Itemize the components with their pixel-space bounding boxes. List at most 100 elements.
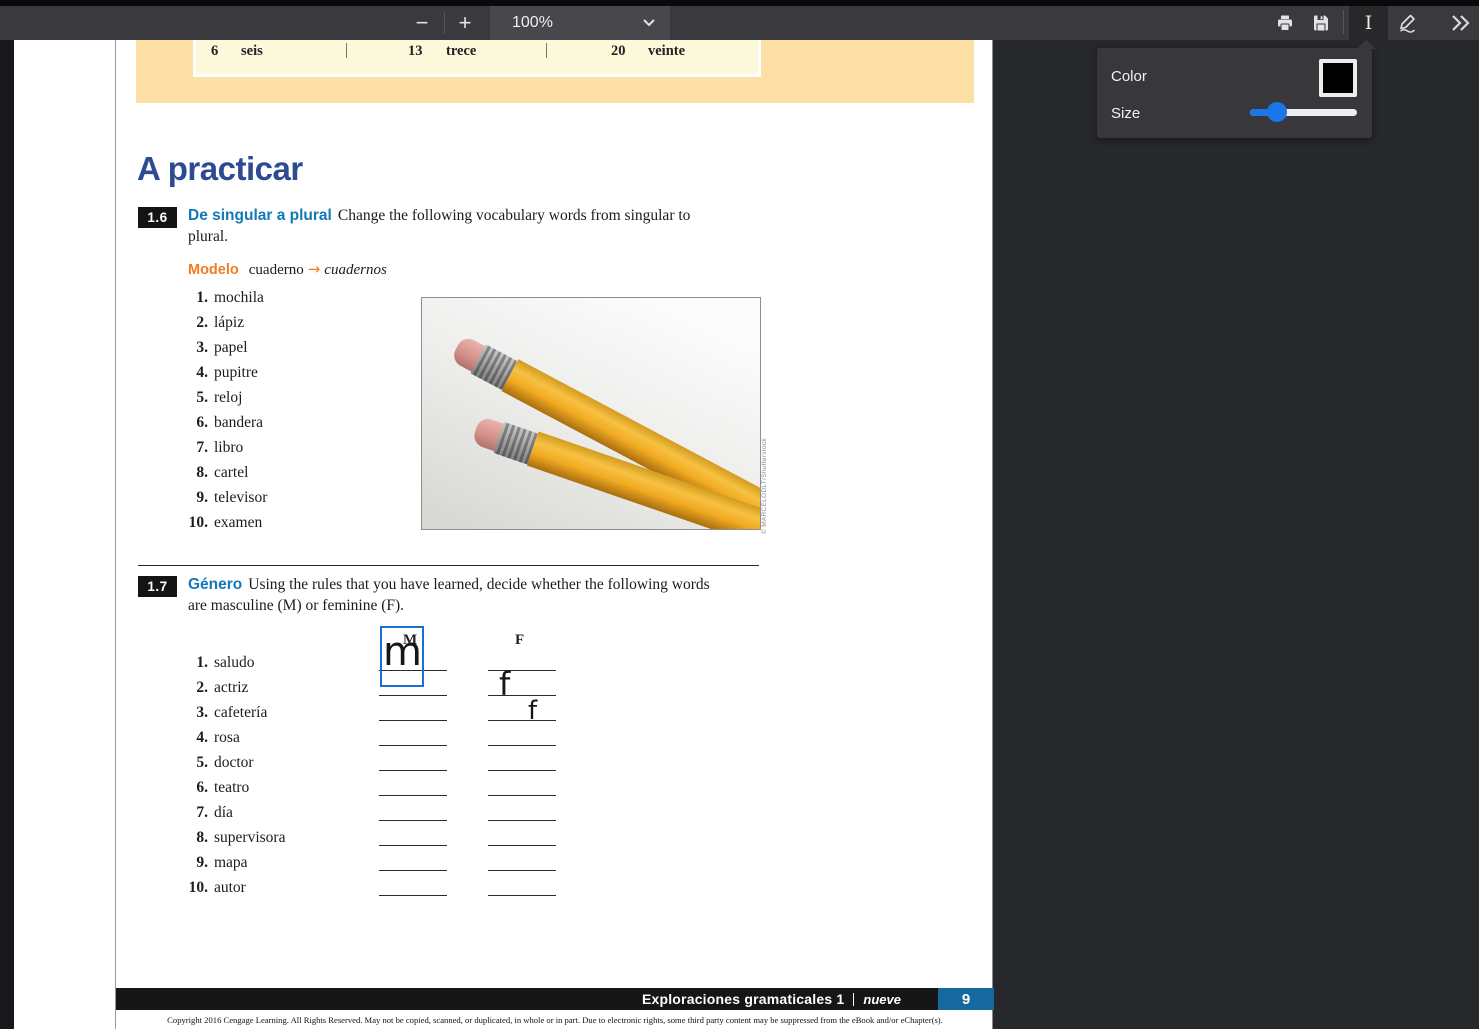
toolbar-divider: [1343, 10, 1344, 34]
table-column-divider: [546, 43, 547, 58]
item-number: 2.: [166, 310, 208, 335]
list-item: 3.papel: [166, 335, 267, 360]
item-word: cafetería: [208, 704, 267, 721]
printer-icon: [1275, 13, 1295, 33]
item-word: doctor: [208, 754, 254, 771]
item-word: actriz: [208, 679, 248, 696]
left-gutter: [0, 0, 14, 1029]
modelo-to: cuadernos: [324, 262, 387, 278]
item-word: papel: [208, 339, 248, 356]
save-button[interactable]: [1304, 6, 1338, 40]
item-number: 8.: [166, 825, 208, 850]
previous-page-edge: [14, 40, 115, 1029]
page-number-badge: 9: [938, 988, 994, 1010]
floppy-disk-icon: [1312, 14, 1330, 32]
zoom-in-button[interactable]: +: [448, 6, 482, 40]
photo-credit: © MARCELODLT/Shutterstock: [761, 403, 768, 534]
item-word: día: [208, 804, 233, 821]
list-item: 5.doctor: [166, 750, 285, 775]
slider-thumb[interactable]: [1267, 102, 1287, 122]
list-item: 5.reloj: [166, 385, 267, 410]
list-item: 1.saludo: [166, 650, 285, 675]
list-item: 8.cartel: [166, 460, 267, 485]
text-annotation[interactable]: m: [383, 632, 422, 672]
print-button[interactable]: [1268, 6, 1302, 40]
item-number: 10.: [166, 510, 208, 535]
size-label: Size: [1111, 105, 1140, 122]
item-word: examen: [208, 514, 262, 531]
answer-blank-feminine: [488, 770, 556, 771]
modelo-from: cuaderno: [249, 262, 304, 278]
zoom-out-button[interactable]: −: [405, 6, 439, 40]
footer-divider: [853, 993, 854, 1006]
zoom-level-value: 100%: [490, 14, 553, 32]
answer-blank-masculine: [379, 895, 447, 896]
item-word: bandera: [208, 414, 263, 431]
item-word: teatro: [208, 779, 249, 796]
section-heading: A practicar: [137, 150, 303, 188]
item-word: pupitre: [208, 364, 258, 381]
table-word: seis: [241, 43, 263, 60]
zoom-level-dropdown[interactable]: 100%: [490, 6, 670, 40]
answer-blank-masculine: [379, 795, 447, 796]
item-number: 2.: [166, 675, 208, 700]
table-number: 20: [611, 43, 626, 60]
item-number: 4.: [166, 725, 208, 750]
item-number: 7.: [166, 435, 208, 460]
item-word: libro: [208, 439, 243, 456]
answer-blank-feminine: [488, 845, 556, 846]
pen-annotation-tool-button[interactable]: [1390, 6, 1424, 40]
exercise-17-intro: GéneroUsing the rules that you have lear…: [188, 574, 788, 616]
exercise-title: Género: [188, 576, 248, 593]
pencils-photo: [421, 297, 761, 530]
item-number: 3.: [166, 700, 208, 725]
exercise-16-list: 1.mochila2.lápiz3.papel4.pupitre5.reloj6…: [166, 285, 267, 535]
item-number: 9.: [166, 850, 208, 875]
answer-blank-feminine: [488, 745, 556, 746]
item-word: autor: [208, 879, 246, 896]
page-footer-bar: Exploraciones gramaticales 1 nueve: [116, 988, 994, 1010]
answer-blank-masculine: [379, 720, 447, 721]
answer-blank-feminine: [488, 895, 556, 896]
list-item: 9.mapa: [166, 850, 285, 875]
list-item: 10.examen: [166, 510, 267, 535]
table-number: 13: [408, 43, 423, 60]
answer-blank-masculine: [379, 870, 447, 871]
item-number: 5.: [166, 385, 208, 410]
answer-blank-feminine: [488, 795, 556, 796]
text-annotation[interactable]: f: [499, 668, 510, 700]
list-item: 7.libro: [166, 435, 267, 460]
color-swatch[interactable]: [1319, 59, 1357, 97]
numbers-table: 6 seis 13 trece 20 veinte: [193, 40, 761, 77]
chevron-down-icon: [642, 18, 656, 28]
color-label: Color: [1111, 68, 1147, 85]
item-word: saludo: [208, 654, 254, 671]
exercise-16-intro: De singular a pluralChange the following…: [188, 205, 788, 247]
double-chevron-right-icon: [1449, 14, 1473, 32]
text-tool-settings-panel: Color Size: [1097, 48, 1372, 138]
exercise-number-badge: 1.6: [138, 207, 177, 228]
item-number: 9.: [166, 485, 208, 510]
text-cursor-icon: I: [1365, 12, 1373, 34]
arrow-icon: →: [304, 260, 325, 278]
text-annotation[interactable]: f: [528, 698, 537, 724]
answer-blank-feminine: [488, 820, 556, 821]
item-word: lápiz: [208, 314, 244, 331]
pen-icon: [1396, 12, 1418, 34]
text-annotation-tool-button[interactable]: I: [1349, 6, 1388, 40]
top-toolbar: − + 100% I: [0, 0, 1479, 40]
ebook-page: 6 seis 13 trece 20 veinte A practicar 1.…: [115, 40, 993, 1029]
item-number: 5.: [166, 750, 208, 775]
item-word: televisor: [208, 489, 267, 506]
list-item: 2.actriz: [166, 675, 285, 700]
more-tools-button[interactable]: [1444, 6, 1478, 40]
item-word: mapa: [208, 854, 248, 871]
panel-caret: [1356, 40, 1376, 49]
size-slider[interactable]: [1250, 102, 1357, 122]
table-word: trece: [446, 43, 476, 60]
list-item: 3.cafetería: [166, 700, 285, 725]
item-number: 6.: [166, 775, 208, 800]
modelo-line: Modelocuaderno→cuadernos: [188, 260, 387, 279]
item-number: 7.: [166, 800, 208, 825]
list-item: 6.bandera: [166, 410, 267, 435]
